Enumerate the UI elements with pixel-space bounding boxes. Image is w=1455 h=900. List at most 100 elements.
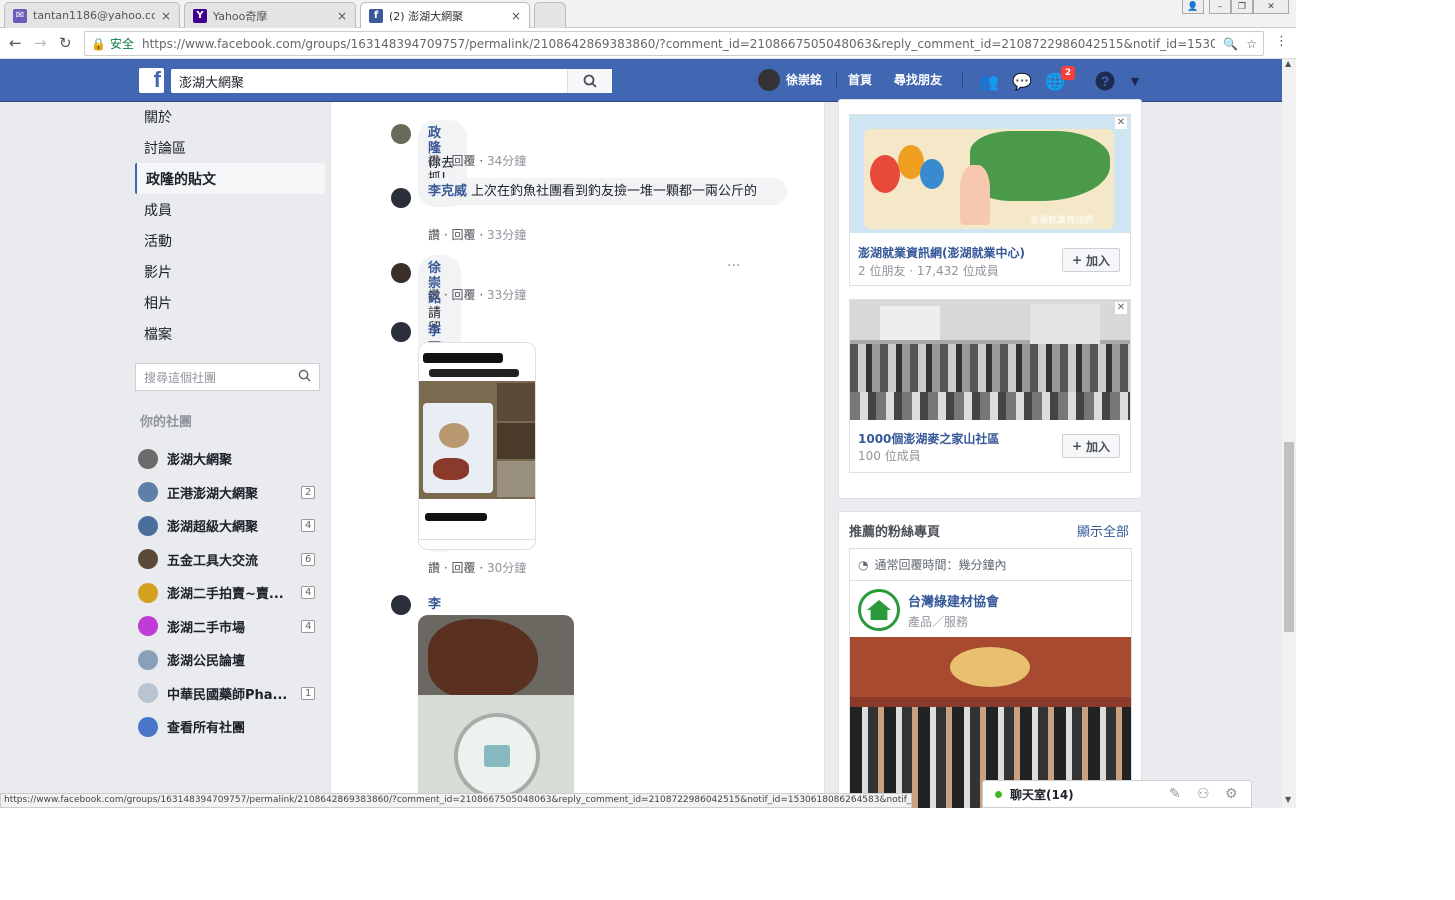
avatar[interactable] [391,263,411,283]
nav-member-posts[interactable]: 政隆的貼文 [135,163,325,194]
nav-files[interactable]: 檔案 [135,318,325,349]
search-icon[interactable] [298,369,311,385]
group-list-item[interactable]: 澎湖公民論壇 [135,643,325,677]
avatar[interactable] [758,69,780,95]
page-name[interactable]: 台灣綠建材協會 [908,591,999,610]
messenger-icon[interactable]: 💬 [1011,70,1033,92]
profile-icon[interactable]: 👤 [1182,0,1204,14]
nav-videos[interactable]: 影片 [135,256,325,287]
avatar[interactable] [391,322,411,342]
like-link[interactable]: 讚 [428,288,440,302]
group-name: 查看所有社團 [167,721,246,737]
add-people-icon[interactable]: ⚇ [1197,786,1210,802]
reply-link[interactable]: 回覆 [452,228,476,242]
screen: ✉ tantan1186@yahoo.com.tw × Y Yahoo奇摩 × … [0,0,1296,808]
more-options-icon[interactable]: ··· [727,258,740,274]
avatar[interactable] [391,595,411,615]
friend-requests-icon[interactable]: 👥 [978,70,1000,92]
avatar[interactable] [391,188,411,208]
help-icon[interactable]: ? [1094,70,1116,92]
group-name: 澎湖大網聚 [167,453,233,469]
chevron-down-icon[interactable]: ▼ [1124,70,1146,92]
nav-events[interactable]: 活動 [135,225,325,256]
plus-icon: + [1071,253,1083,267]
group-list-item[interactable]: 澎湖大網聚 [135,442,325,476]
status-url: https://www.facebook.com/groups/16314839… [0,793,912,808]
facebook-logo-icon[interactable]: f [139,67,164,93]
page-scrollbar[interactable]: ▲ ▼ [1282,59,1296,808]
comment-photo[interactable] [418,615,574,795]
separator: · [479,288,484,302]
menu-icon[interactable]: ⋮ [1275,34,1288,49]
response-time: ◔ 通常回覆時間：幾分鐘內 [850,549,1131,581]
group-list-item[interactable]: 澎湖超級大網聚 4 [135,509,325,543]
find-friends-link[interactable]: 尋找朋友 [894,71,942,88]
back-icon[interactable]: ← [9,34,22,52]
group-list-item[interactable]: 澎湖二手拍賣~賣... 4 [135,576,325,610]
url-field[interactable]: 🔒 安全 https://www.facebook.com/groups/163… [84,31,1264,56]
avatar[interactable] [391,124,411,144]
group-cover-image[interactable]: 澎湖就業資訊網 ✕ [850,115,1130,233]
tab-facebook[interactable]: f (2) 澎湖大網聚 × [360,2,530,28]
comment-time[interactable]: 34分鐘 [487,154,526,168]
close-icon[interactable]: × [511,9,521,23]
comment-time[interactable]: 33分鐘 [487,228,526,242]
minimize-icon[interactable]: – [1209,0,1231,14]
separator: · [479,228,484,242]
chat-bar[interactable]: 聊天室(14) ✎ ⚇ ⚙ [982,780,1252,808]
compose-icon[interactable]: ✎ [1169,786,1181,802]
join-button[interactable]: + 加入 [1062,434,1120,458]
messenger-icon: ◔ [858,557,869,572]
group-title[interactable]: 澎湖就業資訊網(澎湖就業中心) [858,244,1025,261]
group-list-item[interactable]: 中華民國藥師Pha... 1 [135,677,325,711]
zoom-icon[interactable]: 🔍 [1223,37,1238,51]
group-list-item[interactable]: 查看所有社團 [135,710,325,744]
group-search-input[interactable]: 搜尋這個社團 [135,363,320,391]
bookmark-star-icon[interactable]: ☆ [1246,37,1257,51]
comment-time[interactable]: 33分鐘 [487,288,526,302]
comment-actions: 讚 · 回覆 · 33分鐘 [428,226,526,243]
comment-time[interactable]: 30分鐘 [487,561,526,575]
scroll-up-icon[interactable]: ▲ [1285,59,1291,68]
restore-icon[interactable]: ❐ [1231,0,1253,14]
see-all-link[interactable]: 顯示全部 [1077,521,1129,540]
profile-link[interactable]: 徐崇銘 [786,71,822,88]
like-link[interactable]: 讚 [428,154,440,168]
tab-yahoo-mail[interactable]: ✉ tantan1186@yahoo.com.tw × [4,2,180,28]
forward-icon[interactable]: → [34,34,47,52]
close-icon[interactable]: ✕ [1115,117,1127,129]
search-icon[interactable] [567,69,612,93]
nav-photos[interactable]: 相片 [135,287,325,318]
new-tab-button[interactable] [534,2,566,28]
window-close-icon[interactable]: ✕ [1253,0,1289,14]
reload-icon[interactable]: ↻ [59,34,72,52]
close-icon[interactable]: ✕ [1115,302,1127,314]
group-list-item[interactable]: 正港澎湖大網聚 2 [135,476,325,510]
nav-discussion[interactable]: 討論區 [135,132,325,163]
search-input[interactable] [171,70,567,92]
comment-image[interactable] [418,342,536,550]
reply-link[interactable]: 回覆 [452,561,476,575]
page-logo[interactable] [858,589,900,631]
nav-about[interactable]: 關於 [135,101,325,132]
like-link[interactable]: 讚 [428,561,440,575]
plus-icon: + [1071,439,1083,453]
nav-members[interactable]: 成員 [135,194,325,225]
scroll-down-icon[interactable]: ▼ [1285,795,1291,804]
join-button[interactable]: + 加入 [1062,248,1120,272]
like-link[interactable]: 讚 [428,228,440,242]
reply-link[interactable]: 回覆 [452,288,476,302]
close-icon[interactable]: × [337,9,347,23]
group-list-item[interactable]: 澎湖二手市場 4 [135,610,325,644]
group-title[interactable]: 1000個澎湖麥之家山社區 [858,430,999,447]
comment-author[interactable]: 李克威 [428,184,467,199]
scrollbar-thumb[interactable] [1284,442,1294,632]
url-text[interactable]: https://www.facebook.com/groups/16314839… [142,37,1215,51]
reply-link[interactable]: 回覆 [452,154,476,168]
home-link[interactable]: 首頁 [848,71,872,88]
gear-icon[interactable]: ⚙ [1225,786,1238,802]
close-icon[interactable]: × [161,9,171,23]
group-cover-image[interactable]: ✕ [850,300,1130,420]
group-list-item[interactable]: 五金工具大交流 6 [135,543,325,577]
tab-yahoo[interactable]: Y Yahoo奇摩 × [184,2,356,28]
